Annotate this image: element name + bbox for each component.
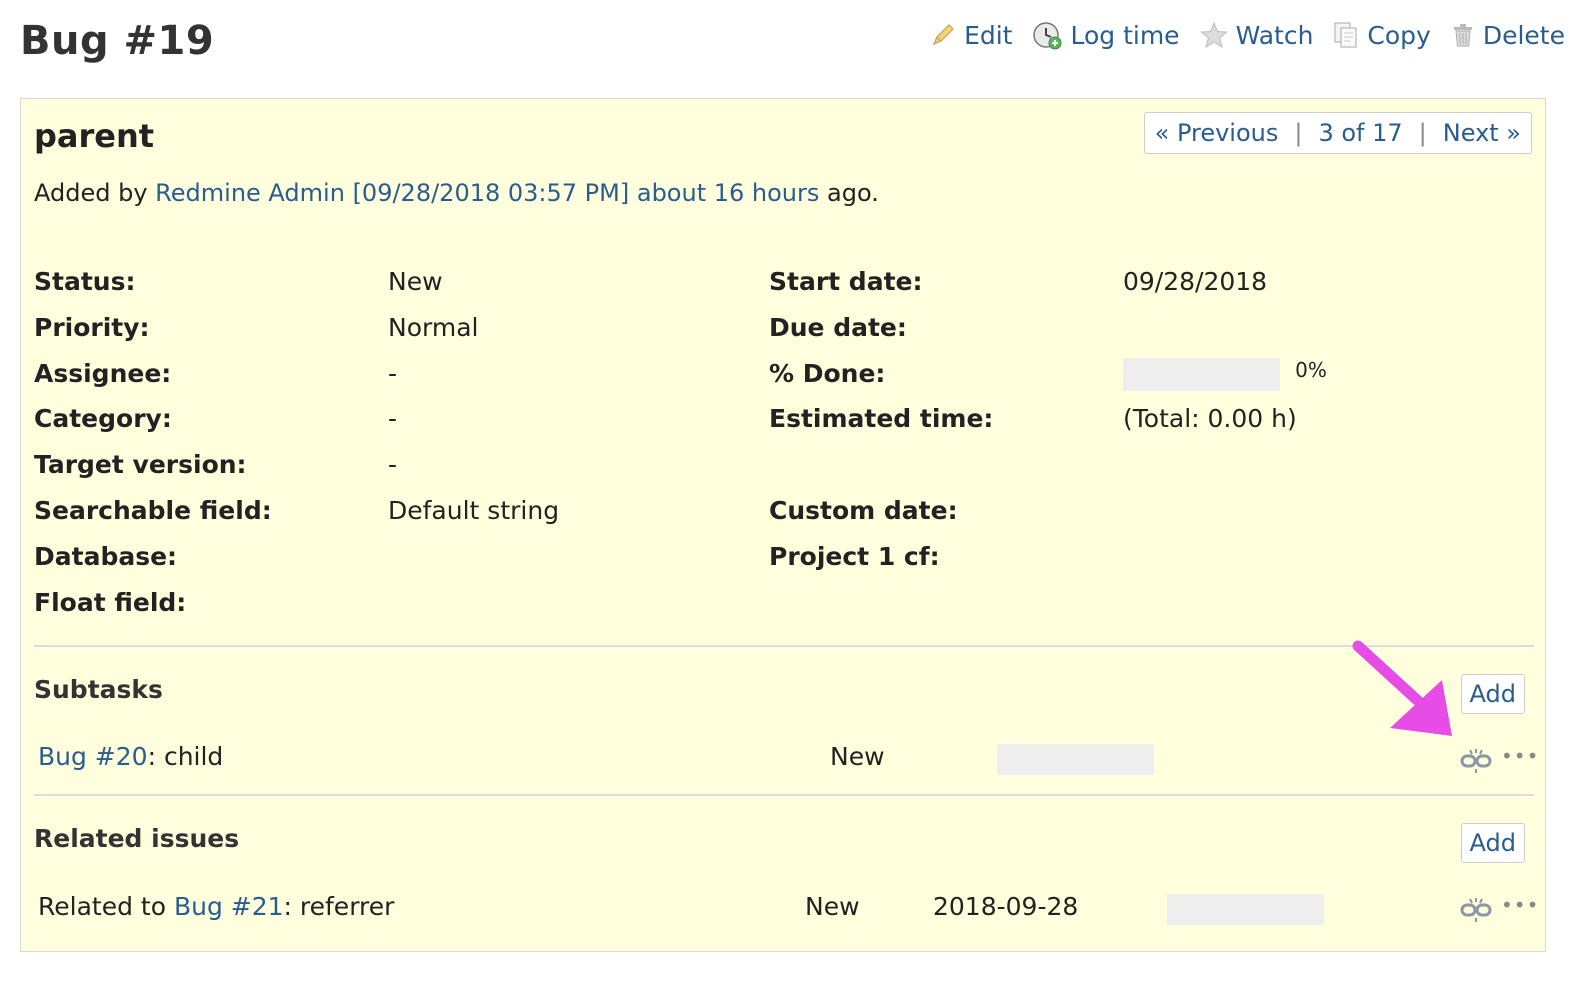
category-value: - <box>388 404 398 433</box>
next-link[interactable]: Next » <box>1443 119 1521 147</box>
done-value: 0% <box>1123 358 1327 391</box>
log-time-label: Log time <box>1070 20 1180 50</box>
related-date: 2018-09-28 <box>933 892 1079 921</box>
start-date-label: Start date: <box>769 267 923 296</box>
searchable-field-value: Default string <box>388 496 560 525</box>
more-actions-icon[interactable]: ••• <box>1501 744 1539 768</box>
relative-time-link[interactable]: about 16 hours <box>637 179 820 207</box>
subtask-issue: Bug #20: child <box>38 742 223 771</box>
target-version-value: - <box>388 450 398 479</box>
contextual-actions: Edit Log time Watch Copy Delete <box>930 20 1565 50</box>
subtask-link[interactable]: Bug #20 <box>38 742 148 771</box>
searchable-field-label: Searchable field: <box>34 496 272 525</box>
log-time-button[interactable]: Log time <box>1032 20 1180 50</box>
copy-button[interactable]: Copy <box>1333 20 1431 50</box>
float-field-label: Float field: <box>34 588 187 617</box>
custom-date-label: Custom date: <box>769 496 958 525</box>
assignee-value: - <box>388 359 398 388</box>
more-actions-icon[interactable]: ••• <box>1501 893 1539 917</box>
pencil-icon <box>932 24 954 46</box>
author-suffix: ago. <box>827 179 879 207</box>
subtask-subject: : child <box>147 742 224 771</box>
estimated-time-label: Estimated time: <box>769 404 994 433</box>
author-line: Added by Redmine Admin [09/28/2018 03:57… <box>34 179 879 207</box>
trash-icon <box>1453 24 1472 47</box>
unlink-icon[interactable] <box>1459 896 1493 924</box>
status-label: Status: <box>34 267 136 296</box>
edit-label: Edit <box>964 20 1013 50</box>
target-version-label: Target version: <box>34 450 247 479</box>
start-date-value: 09/28/2018 <box>1123 267 1268 296</box>
watch-button[interactable]: Watch <box>1199 20 1314 50</box>
related-link[interactable]: Bug #21 <box>174 892 284 921</box>
database-label: Database: <box>34 542 178 571</box>
author-prefix: Added by <box>34 179 148 207</box>
subtask-progress-bar <box>997 744 1154 775</box>
created-timestamp[interactable]: [09/28/2018 03:57 PM] <box>353 179 630 207</box>
divider <box>34 645 1534 647</box>
copy-icon <box>1334 22 1357 48</box>
star-icon <box>1199 21 1228 49</box>
related-issue: Related to Bug #21: referrer <box>38 892 394 921</box>
priority-value: Normal <box>388 313 479 342</box>
assignee-label: Assignee: <box>34 359 172 388</box>
related-issues-title: Related issues <box>34 824 240 853</box>
add-related-button[interactable]: Add <box>1460 823 1525 863</box>
status-value: New <box>388 267 443 296</box>
edit-button[interactable]: Edit <box>930 21 1012 50</box>
nav-separator: | <box>1418 119 1427 147</box>
nav-separator: | <box>1294 119 1303 147</box>
copy-label: Copy <box>1367 20 1431 50</box>
subtasks-title: Subtasks <box>34 675 163 704</box>
unlink-icon[interactable] <box>1459 747 1493 775</box>
related-subject: : referrer <box>283 892 395 921</box>
estimated-time-value: (Total: 0.00 h) <box>1123 404 1297 433</box>
divider <box>34 794 1534 796</box>
done-percent: 0% <box>1295 358 1327 382</box>
related-status: New <box>805 892 860 921</box>
priority-label: Priority: <box>34 313 150 342</box>
add-subtask-button[interactable]: Add <box>1460 674 1525 714</box>
relation-type: Related to <box>38 892 166 921</box>
issue-subject: parent <box>34 117 155 155</box>
related-progress-bar <box>1167 894 1324 925</box>
clock-icon <box>1033 22 1062 50</box>
delete-button[interactable]: Delete <box>1451 21 1565 50</box>
category-label: Category: <box>34 404 172 433</box>
due-date-label: Due date: <box>769 313 907 342</box>
subtask-status: New <box>830 742 885 771</box>
previous-link[interactable]: « Previous <box>1155 119 1279 147</box>
done-progress-bar <box>1123 358 1280 391</box>
position-link[interactable]: 3 of 17 <box>1318 119 1402 147</box>
page-title: Bug #19 <box>20 18 215 64</box>
issue-navigation: « Previous | 3 of 17 | Next » <box>1143 112 1532 154</box>
watch-label: Watch <box>1235 20 1314 50</box>
issue-details: parent « Previous | 3 of 17 | Next » Add… <box>20 98 1546 952</box>
delete-label: Delete <box>1482 20 1565 50</box>
author-link[interactable]: Redmine Admin <box>155 179 345 207</box>
project-cf-label: Project 1 cf: <box>769 542 940 571</box>
done-label: % Done: <box>769 359 886 388</box>
